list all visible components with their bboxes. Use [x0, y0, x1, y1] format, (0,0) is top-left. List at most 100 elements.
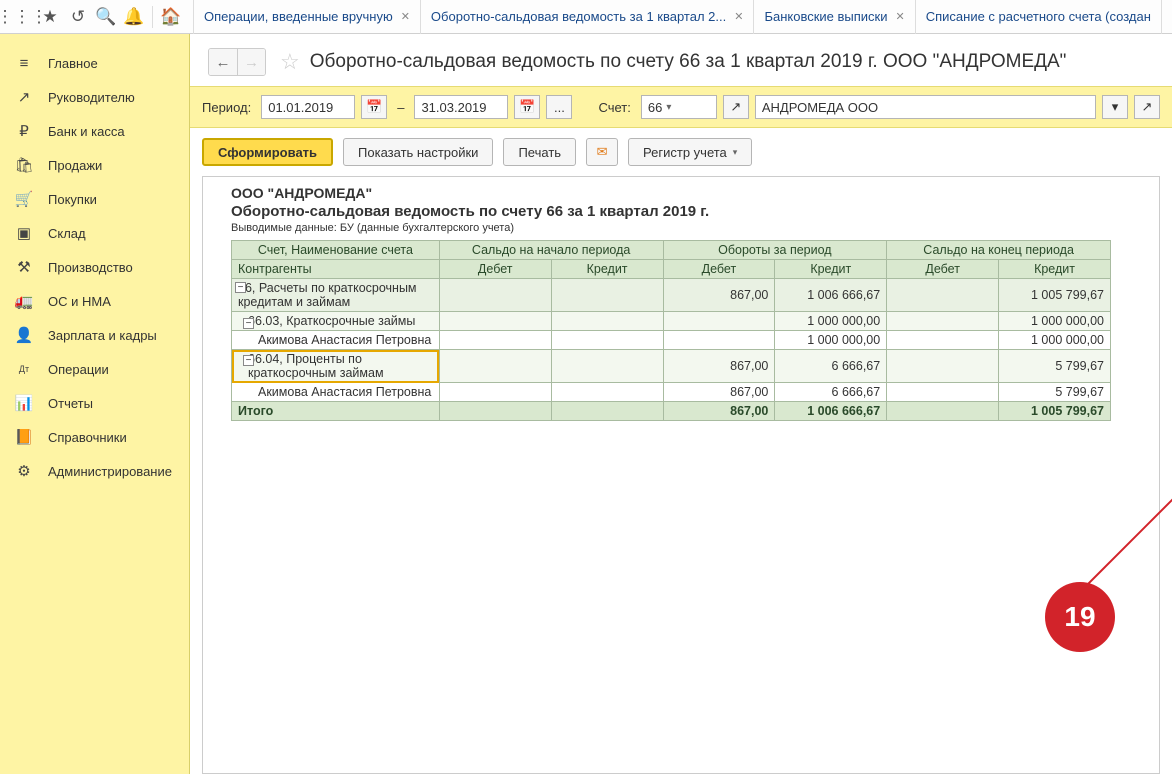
sidebar-item-label: Покупки [48, 192, 97, 207]
search-icon[interactable]: 🔍 [96, 7, 116, 27]
calendar-to-button[interactable]: 📅 [514, 95, 540, 119]
sidebar-item-label: Продажи [48, 158, 102, 173]
table-row[interactable]: 66, Расчеты по краткосрочным кредитам и … [232, 279, 1111, 312]
cell [439, 312, 551, 331]
report-area[interactable]: ООО "АНДРОМЕДА" Оборотно-сальдовая ведом… [202, 176, 1160, 774]
sidebar-item-manager[interactable]: ↗ Руководителю [0, 80, 189, 114]
cell: 1 006 666,67 [775, 402, 887, 421]
show-settings-button[interactable]: Показать настройки [343, 138, 493, 166]
sidebar: ≡Главное ↗ Руководителю ₽Банк и касса 🛍Пр… [0, 34, 190, 774]
bell-icon[interactable]: 🔔 [124, 7, 144, 27]
main-icon: ≡ [14, 53, 34, 73]
main: ← → ☆ Оборотно-сальдовая ведомость по сч… [190, 34, 1172, 774]
sidebar-item-assets[interactable]: 🚛ОС и НМА [0, 284, 189, 318]
tab-label: Банковские выписки [764, 9, 887, 24]
tree-toggle[interactable]: − [235, 282, 246, 293]
account-open-button[interactable]: ↗ [723, 95, 749, 119]
print-button[interactable]: Печать [503, 138, 576, 166]
tab-label: Операции, введенные вручную [204, 9, 393, 24]
forward-button[interactable]: → [237, 49, 265, 75]
th-open: Сальдо на начало периода [439, 241, 663, 260]
sidebar-item-hr[interactable]: 👤Зарплата и кадры [0, 318, 189, 352]
tab-2[interactable]: Банковские выписки ✕ [753, 0, 914, 34]
tab-3[interactable]: Списание с расчетного счета (создан [915, 0, 1162, 34]
row-name: 66.04, Проценты по краткосрочным займам [232, 350, 440, 383]
cell: 867,00 [663, 402, 775, 421]
close-icon[interactable]: ✕ [734, 10, 743, 23]
tab-1[interactable]: Оборотно-сальдовая ведомость за 1 кварта… [420, 0, 754, 34]
annotation-badge: 19 [1045, 582, 1115, 652]
sidebar-item-label: Операции [48, 362, 109, 377]
account-input[interactable]: 66▾ [641, 95, 717, 119]
table-row-total[interactable]: Итого 867,00 1 006 666,67 1 005 799,67 [232, 402, 1111, 421]
cell [551, 350, 663, 383]
dtkt-icon: Дт [14, 359, 34, 379]
sidebar-item-label: ОС и НМА [48, 294, 111, 309]
cell [663, 312, 775, 331]
close-icon[interactable]: ✕ [896, 10, 905, 23]
period-picker-button[interactable]: ... [546, 95, 572, 119]
favorite-icon[interactable]: ☆ [280, 49, 300, 75]
sidebar-item-warehouse[interactable]: ▣Склад [0, 216, 189, 250]
sidebar-item-reports[interactable]: 📊Отчеты [0, 386, 189, 420]
table-row[interactable]: Акимова Анастасия Петровна 867,00 6 666,… [232, 383, 1111, 402]
tab-0[interactable]: Операции, введенные вручную ✕ [193, 0, 420, 34]
cell: 1 005 799,67 [999, 279, 1111, 312]
tabs: Операции, введенные вручную ✕ Оборотно-с… [193, 0, 1166, 34]
date-from-input[interactable]: 01.01.2019 [261, 95, 355, 119]
sidebar-item-sales[interactable]: 🛍Продажи [0, 148, 189, 182]
action-bar: Сформировать Показать настройки Печать ✉… [190, 128, 1172, 176]
tab-label: Списание с расчетного счета (создан [926, 9, 1151, 24]
cell [551, 383, 663, 402]
sidebar-item-operations[interactable]: Дт Операции [0, 352, 189, 386]
cell: 5 799,67 [999, 350, 1111, 383]
cell [887, 331, 999, 350]
th-debit: Дебет [663, 260, 775, 279]
row-name: 66.03, Краткосрочные займы [232, 312, 440, 331]
report-org: ООО "АНДРОМЕДА" [231, 185, 1151, 201]
close-icon[interactable]: ✕ [401, 10, 410, 23]
table-row[interactable]: Акимова Анастасия Петровна 1 000 000,00 … [232, 331, 1111, 350]
cell: 1 000 000,00 [775, 312, 887, 331]
sidebar-item-production[interactable]: ⚒Производство [0, 250, 189, 284]
gear-icon: ⚙ [14, 461, 34, 481]
tree-toggle[interactable]: − [243, 318, 254, 329]
date-to-input[interactable]: 31.03.2019 [414, 95, 508, 119]
apps-icon[interactable]: ⋮⋮⋮ [12, 7, 32, 27]
cell: 5 799,67 [999, 383, 1111, 402]
org-dropdown-button[interactable]: ▾ [1102, 95, 1128, 119]
cell: 867,00 [663, 383, 775, 402]
sidebar-item-bank[interactable]: ₽Банк и касса [0, 114, 189, 148]
total-label: Итого [232, 402, 440, 421]
generate-button[interactable]: Сформировать [202, 138, 333, 166]
separator [152, 6, 153, 28]
register-button[interactable]: Регистр учета▾ [628, 138, 752, 166]
sidebar-item-purchases[interactable]: 🛒Покупки [0, 182, 189, 216]
sidebar-item-directories[interactable]: 📙Справочники [0, 420, 189, 454]
sidebar-item-label: Руководителю [48, 90, 135, 105]
cell: 6 666,67 [775, 383, 887, 402]
cell [439, 402, 551, 421]
cell: 1 000 000,00 [999, 331, 1111, 350]
history-icon[interactable]: ↺ [68, 7, 88, 27]
home-icon[interactable]: 🏠 [161, 7, 181, 27]
org-input[interactable]: АНДРОМЕДА ООО [755, 95, 1096, 119]
tree-toggle[interactable]: − [243, 355, 254, 366]
bar-icon: 📊 [14, 393, 34, 413]
sidebar-item-admin[interactable]: ⚙Администрирование [0, 454, 189, 488]
calendar-from-button[interactable]: 📅 [361, 95, 387, 119]
back-button[interactable]: ← [209, 49, 237, 75]
sidebar-item-main[interactable]: ≡Главное [0, 46, 189, 80]
chart-icon: ↗ [14, 87, 34, 107]
nav-buttons: ← → [208, 48, 266, 76]
table-row[interactable]: 66.04, Проценты по краткосрочным займам … [232, 350, 1111, 383]
table-row[interactable]: 66.03, Краткосрочные займы 1 000 000,00 … [232, 312, 1111, 331]
cell [663, 331, 775, 350]
star-icon[interactable]: ★ [40, 7, 60, 27]
page-title: Оборотно-сальдовая ведомость по счету 66… [310, 51, 1067, 73]
org-open-button[interactable]: ↗ [1134, 95, 1160, 119]
cell [887, 350, 999, 383]
row-name: Акимова Анастасия Петровна [232, 331, 440, 350]
email-button[interactable]: ✉ [586, 138, 618, 166]
report-table: Счет, Наименование счета Сальдо на начал… [231, 240, 1111, 421]
